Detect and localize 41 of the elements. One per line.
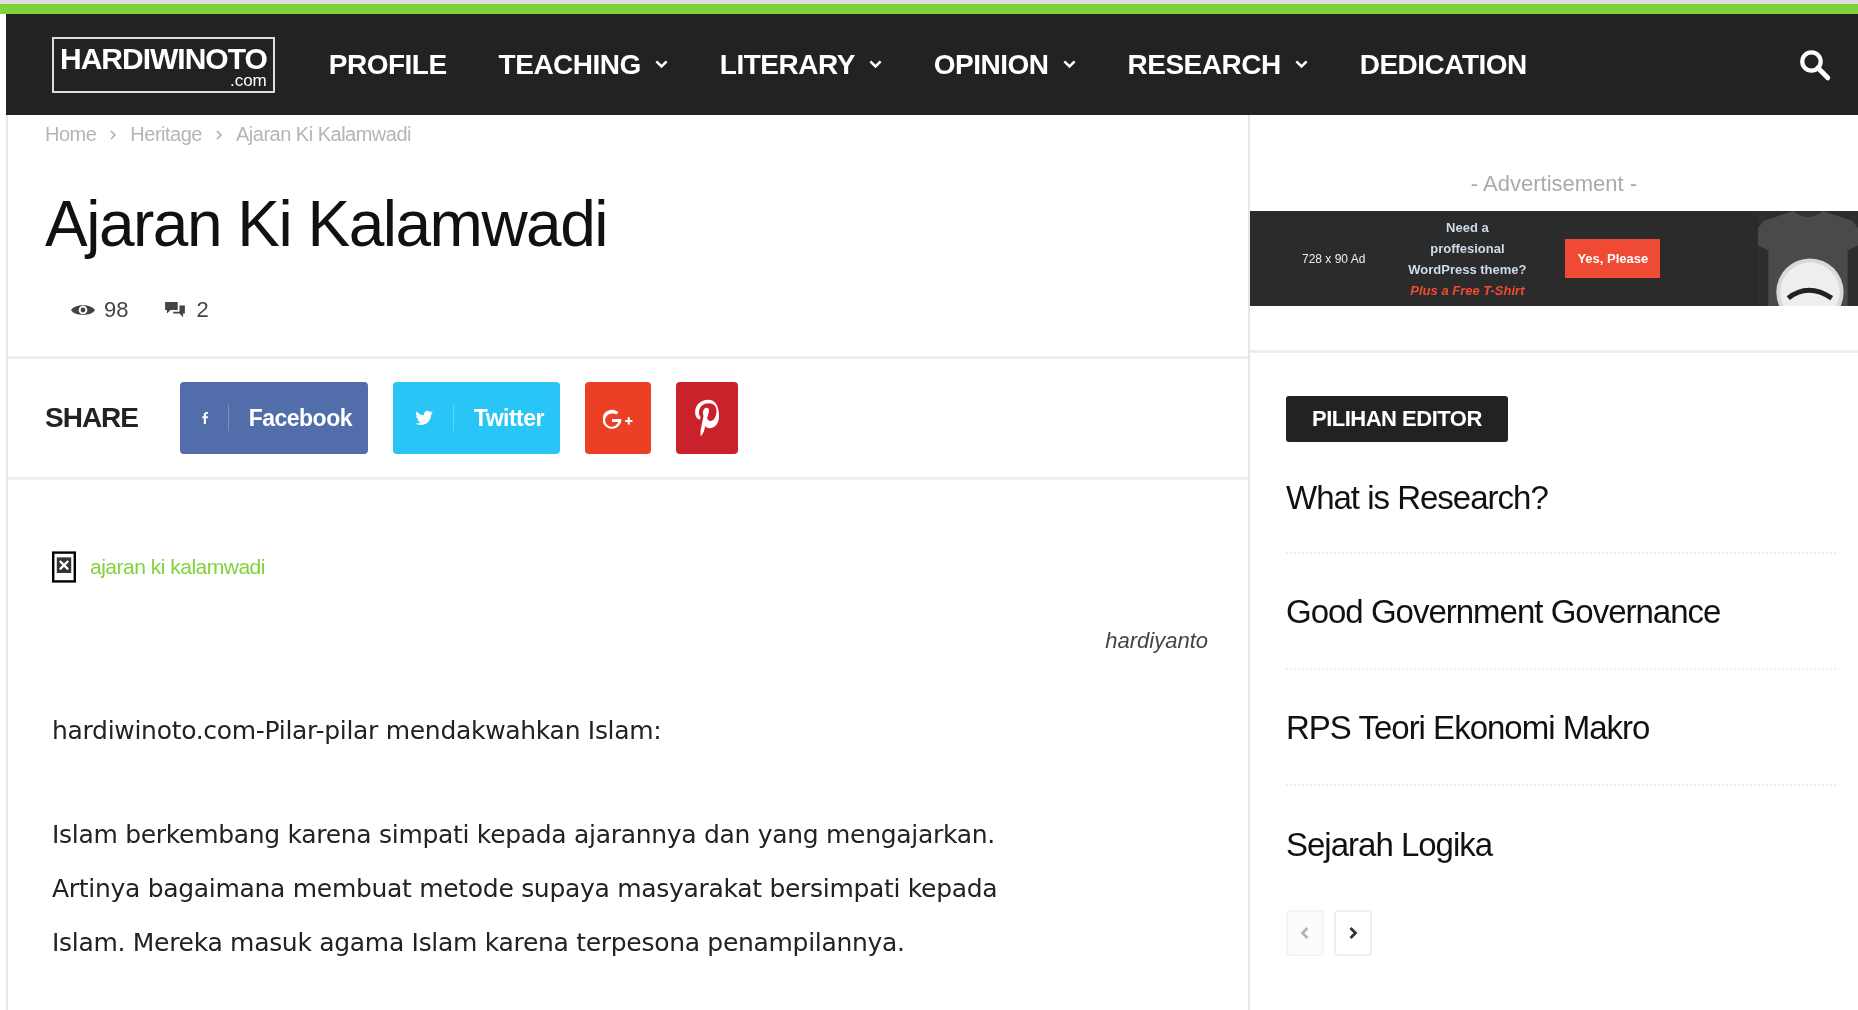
facebook-share-button[interactable]: Facebook (180, 382, 368, 454)
pinterest-icon (694, 399, 720, 437)
nav-link[interactable]: RESEARCH (1127, 48, 1308, 81)
comment-count: 2 (196, 297, 209, 323)
caret-icon (1294, 60, 1308, 69)
google-plus-icon (603, 407, 633, 429)
next-button[interactable] (1334, 910, 1372, 956)
post-link[interactable]: RPS Teori Ekonomi Makro (1286, 670, 1836, 786)
paragraph: hardiwinoto.com-Pilar-pilar mendakwahkan Islam: (52, 715, 663, 747)
caret-icon (654, 60, 668, 69)
google-plus-share-button[interactable] (585, 382, 651, 454)
nav-link[interactable]: PROFILE (328, 48, 447, 81)
broken-image-icon (52, 550, 76, 584)
nav-link[interactable]: LITERARY (719, 48, 882, 81)
ad-offer: Plus a Free T-Shirt (1410, 281, 1525, 300)
ad-headline: Need a proffesional WordPress theme? (1407, 218, 1528, 279)
view-count: 98 (104, 297, 129, 323)
caret-icon (868, 60, 882, 69)
nav-link[interactable]: DEDICATION (1359, 48, 1527, 81)
chevron-icon (110, 129, 117, 140)
post-link[interactable]: Sejarah Logika (1286, 786, 1836, 902)
article-title: Ajaran Ki Kalamwadi (45, 187, 608, 262)
section-badge: PILIHAN EDITOR (1286, 396, 1508, 442)
chevron-icon (215, 129, 222, 140)
share-label: SHARE (45, 402, 138, 434)
ad-banner[interactable]: 728 x 90 Ad Need a proffesional WordPress theme? Plus a Free T-Shirt Yes, Please (1250, 211, 1858, 306)
site-logo[interactable]: HARDIWINOTO .com (52, 36, 275, 93)
ad-button[interactable]: Yes, Please (1565, 239, 1661, 278)
chevron-icon (1300, 926, 1310, 940)
advertisement-label: - Advertisement - (1469, 171, 1639, 198)
caret-icon (1062, 60, 1076, 69)
post-link[interactable]: Good Government Governance (1286, 554, 1836, 670)
author-name: hardiyanto (1104, 628, 1208, 654)
ad-size-text: 728 x 90 Ad (1302, 251, 1366, 266)
pinterest-share-button[interactable] (676, 382, 738, 454)
nav-link[interactable]: TEACHING (498, 48, 668, 81)
search-icon[interactable] (1798, 47, 1832, 82)
paragraph: Islam berkembang karena simpati kepada ajarannya dan yang mengajarkan. Artinya bagaimana membuat metode supaya masyarakat bersimpati kepada Islam. Mereka masuk agama Islam karena terpesona penampilannya. (52, 819, 999, 959)
nav-link[interactable]: OPINION (933, 48, 1076, 81)
chevron-icon (1348, 926, 1358, 940)
post-link[interactable]: What is Research? (1286, 442, 1836, 554)
